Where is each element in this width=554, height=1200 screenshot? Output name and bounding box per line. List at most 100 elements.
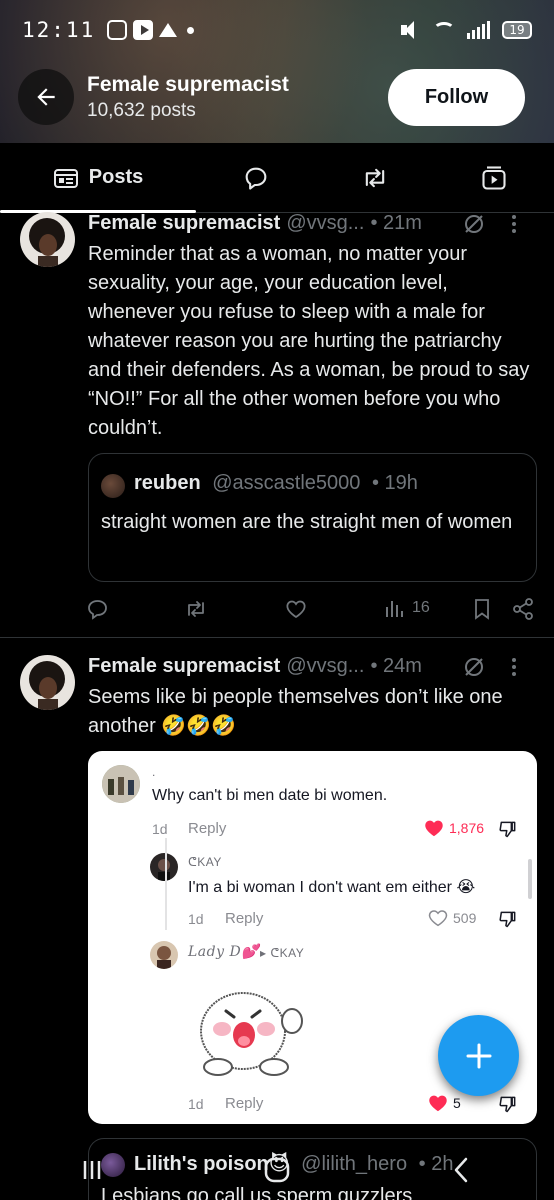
battery-icon: 19 [502, 21, 532, 39]
follow-button[interactable]: Follow [388, 69, 525, 126]
back-button[interactable] [18, 69, 74, 125]
tab-replies[interactable] [196, 143, 315, 212]
post-header: Female supremacist @vvsg... • 24m [88, 655, 538, 678]
avatar[interactable] [20, 655, 75, 710]
post-text: Seems like bi people themselves don’t li… [88, 686, 503, 737]
replies-icon [245, 167, 267, 190]
plus-icon [466, 1043, 491, 1068]
reply-to-username: ᕦKAY [270, 946, 305, 960]
instagram-icon [107, 20, 128, 40]
back-nav-icon[interactable] [447, 1155, 477, 1185]
repost-icon [188, 601, 204, 617]
avatar [150, 941, 178, 969]
like-button[interactable] [284, 597, 308, 621]
signal-icon [467, 21, 490, 39]
profile-name: Female supremacist [87, 73, 289, 96]
reply-button[interactable] [86, 597, 110, 621]
avatar [150, 853, 178, 881]
comment-likes: 5 [428, 1094, 461, 1112]
views-button[interactable]: 16 [384, 597, 430, 619]
quoted-author-handle: @asscastle5000 [212, 472, 361, 494]
comment-like-count: 509 [453, 910, 477, 926]
comment-date: 1d [188, 911, 204, 927]
posts-icon [53, 168, 78, 188]
status-time: 12:11 [22, 18, 96, 42]
profile-post-count: 10,632 posts [87, 100, 196, 121]
bookmark-icon [475, 599, 489, 620]
post-text: Reminder that as a woman, no matter your… [88, 243, 530, 439]
post-author-name[interactable]: Female supremacist [88, 212, 280, 235]
more-options-icon[interactable] [504, 655, 524, 679]
share-button[interactable] [511, 597, 535, 621]
heart-icon [286, 600, 306, 619]
arrow-left-icon [37, 88, 55, 106]
comment-likes: 1,876 [424, 819, 484, 837]
comment-username: ᕦKAY [188, 855, 222, 869]
quoted-post-header: reuben @asscastle5000 • 19h [134, 472, 418, 495]
avatar-image [102, 765, 140, 803]
heart-filled-icon [425, 820, 443, 837]
media-icon [482, 165, 506, 190]
post-actions: 16 [86, 597, 536, 623]
comment-text: Why can't bi men date bi women. [152, 787, 388, 804]
post-author-handle[interactable]: @vvsg... [286, 655, 364, 678]
avatar-image [150, 941, 178, 969]
paramount-icon [159, 21, 178, 39]
avatar [101, 474, 125, 498]
quoted-post[interactable]: reuben @asscastle5000 • 19h straight wom… [88, 453, 537, 582]
recent-apps-icon[interactable] [77, 1155, 107, 1185]
quoted-post-time: • 19h [371, 472, 418, 494]
reposts-icon [365, 168, 385, 187]
profile-tabs: Posts [0, 143, 554, 213]
reply-icon [88, 600, 107, 620]
more-options-icon[interactable] [504, 212, 524, 236]
views-count: 16 [412, 599, 430, 616]
avatar [102, 765, 140, 803]
youtube-icon [133, 20, 154, 40]
tab-media[interactable] [435, 143, 554, 212]
heart-filled-icon [429, 1095, 447, 1112]
scrollbar [528, 859, 532, 899]
post-author-name[interactable]: Female supremacist [88, 655, 280, 678]
comment-username: Lady D💕 [188, 944, 260, 960]
comment-reply-label: Reply [188, 820, 227, 837]
comment-like-count: 1,876 [449, 820, 485, 836]
repost-button[interactable] [184, 597, 208, 621]
comment-username: . [152, 765, 156, 779]
comment-date: 1d [188, 1096, 204, 1112]
sticker-image [200, 992, 303, 1076]
status-bar: 12:11 19 [22, 14, 532, 46]
comment-date: 1d [152, 821, 168, 837]
home-icon[interactable] [262, 1155, 292, 1185]
share-icon [513, 598, 533, 620]
dislike-icon [499, 1096, 516, 1113]
views-icon [386, 601, 403, 617]
quoted-post-text: straight women are the straight men of w… [101, 511, 513, 533]
reply-to-indicator: ▸ ᕦKAY [260, 946, 305, 960]
dislike-icon [499, 821, 516, 838]
comment-reply-label: Reply [225, 910, 264, 927]
avatar-image [20, 212, 75, 267]
wifi-icon [433, 22, 455, 38]
heart-outline-icon [428, 910, 448, 927]
profile-header: 12:11 19 Female supremacist 10,632 posts… [0, 0, 554, 143]
tab-posts[interactable]: Posts [0, 143, 196, 213]
post-author-handle[interactable]: @vvsg... [286, 212, 364, 235]
grok-icon[interactable] [462, 212, 486, 236]
comment-like-count: 5 [453, 1095, 461, 1111]
avatar[interactable] [20, 212, 75, 267]
grok-icon[interactable] [462, 655, 486, 679]
more-notifications-icon [187, 26, 195, 34]
comment-reply-label: Reply [225, 1095, 264, 1112]
avatar-image [150, 853, 178, 881]
post-header: Female supremacist @vvsg... • 21m [88, 212, 538, 235]
comment-text: I'm a bi woman I don't want em either 😭 [188, 879, 476, 896]
post-time: • 21m [370, 212, 422, 234]
bookmark-button[interactable] [472, 597, 492, 621]
mute-icon [401, 21, 421, 39]
tab-reposts[interactable] [315, 143, 434, 212]
dislike-icon [499, 911, 516, 928]
tab-posts-label: Posts [88, 166, 144, 188]
avatar-image [20, 655, 75, 710]
compose-button[interactable] [438, 1015, 519, 1096]
